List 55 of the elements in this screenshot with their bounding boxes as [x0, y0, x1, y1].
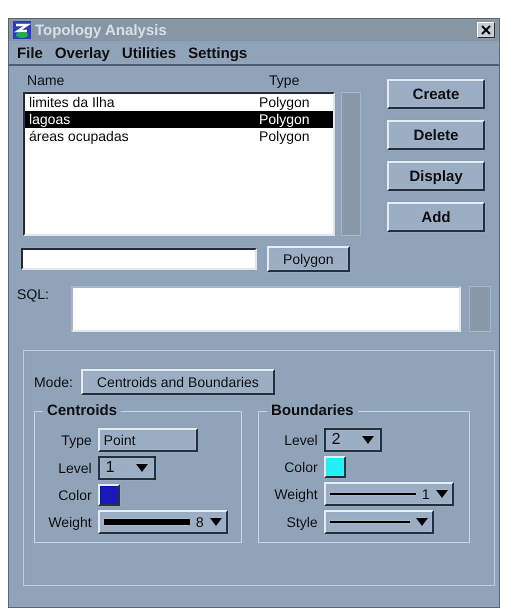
layer-type: Polygon — [259, 111, 311, 128]
field-label: Weight — [273, 486, 318, 502]
level-dropdown[interactable]: 1 — [98, 456, 156, 480]
color-swatch[interactable] — [324, 456, 346, 478]
mode-button[interactable]: Centroids and Boundaries — [80, 369, 275, 395]
list-row[interactable]: limites da Ilha Polygon — [25, 94, 333, 111]
level-dropdown[interactable]: 2 — [324, 428, 382, 452]
dropdown-arrow-icon — [136, 464, 148, 472]
field-label: Level — [57, 460, 92, 476]
sql-input-field[interactable] — [70, 286, 462, 332]
window-title: Topology Analysis — [35, 22, 168, 38]
type-button[interactable]: Polygon — [267, 246, 350, 272]
layer-name: limites da Ilha — [29, 94, 116, 111]
field-label: Color — [57, 487, 92, 503]
dropdown-arrow-icon — [210, 518, 222, 526]
line-sample-icon — [330, 493, 416, 495]
color-swatch[interactable] — [98, 484, 120, 506]
layer-name: áreas ocupadas — [29, 128, 130, 145]
line-sample-icon — [104, 519, 190, 525]
dropdown-arrow-icon — [436, 490, 448, 498]
field-label: Style — [286, 514, 318, 530]
close-icon — [481, 25, 491, 35]
layer-name: lagoas — [29, 111, 72, 128]
menu-item[interactable]: File — [17, 45, 43, 62]
mode-label: Mode: — [34, 374, 73, 390]
layer-type: Polygon — [259, 94, 311, 111]
name-input-field[interactable] — [21, 248, 257, 270]
action-button[interactable]: Create — [387, 79, 485, 109]
sql-label: SQL: — [17, 286, 49, 302]
close-button[interactable] — [477, 22, 495, 38]
field-label: Level — [283, 432, 318, 448]
style-dropdown[interactable] — [324, 510, 434, 534]
field-label: Color — [283, 459, 318, 475]
action-button[interactable]: Delete — [387, 120, 485, 150]
app-logo-icon — [13, 21, 31, 39]
type-button[interactable]: Point — [98, 428, 198, 452]
list-row[interactable]: áreas ocupadas Polygon — [25, 128, 333, 145]
menu-item[interactable]: Utilities — [122, 45, 176, 62]
action-button[interactable]: Add — [387, 202, 485, 232]
scrollbar[interactable] — [341, 92, 361, 236]
list-row[interactable]: lagoas Polygon — [25, 111, 333, 128]
field-label: Type — [60, 432, 92, 448]
layer-type: Polygon — [259, 128, 311, 145]
column-header: Name — [27, 72, 66, 88]
menu-item[interactable]: Settings — [188, 45, 248, 62]
column-header: Type — [269, 72, 300, 88]
dropdown-arrow-icon — [362, 436, 374, 444]
weight-dropdown[interactable]: 1 — [324, 482, 454, 506]
weight-dropdown[interactable]: 8 — [98, 510, 228, 534]
scrollbar[interactable] — [469, 286, 491, 332]
field-label: Weight — [47, 514, 92, 530]
menu-item[interactable]: Overlay — [54, 45, 110, 62]
action-button[interactable]: Display — [387, 161, 485, 191]
line-sample-icon — [330, 521, 410, 523]
dropdown-arrow-icon — [416, 518, 428, 526]
